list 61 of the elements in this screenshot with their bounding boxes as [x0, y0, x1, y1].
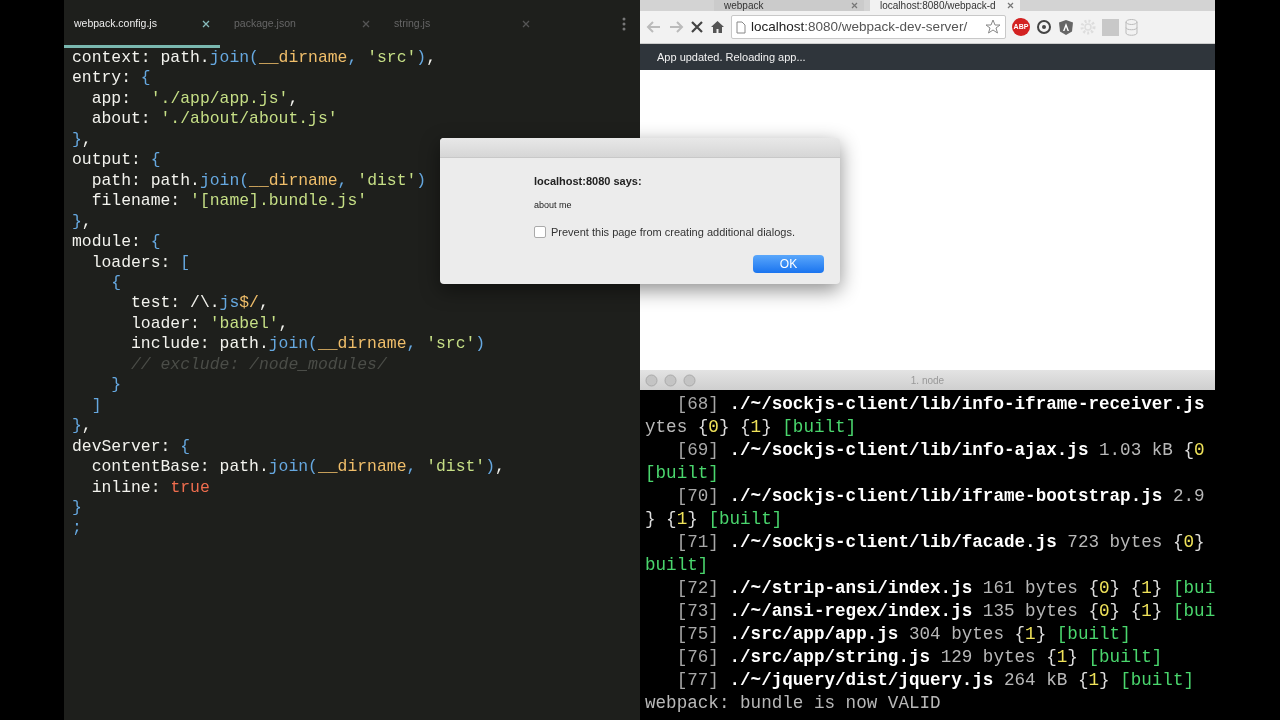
- terminal-line: [73] ./~/ansi-regex/index.js 135 bytes {0} {1} [bui: [675, 600, 1215, 623]
- code-line: {: [110, 273, 122, 294]
- dialog-title: localhost:8080 says:: [534, 174, 643, 189]
- terminal-line: built]: [645, 554, 709, 577]
- notification-bar: App updated. Reloading app...: [640, 44, 1215, 70]
- star-icon[interactable]: [985, 19, 1001, 35]
- terminal-line: [69] ./~/sockjs-client/lib/info-ajax.js 1.03 kB {0: [675, 439, 1205, 462]
- terminal-line: [77] ./~/jquery/dist/jquery.js 264 kB {1} [built]: [675, 669, 1195, 692]
- back-icon[interactable]: [646, 19, 662, 35]
- url-text: localhost:8080/webpack-dev-server/: [751, 17, 968, 36]
- terminal-line: [72] ./~/strip-ansi/index.js 161 bytes {0} {1} [bui: [675, 577, 1215, 600]
- code-line: module: {: [72, 232, 161, 253]
- terminal-line: } {1} [built]: [645, 508, 783, 531]
- file-tab[interactable]: webpack.config.js: [74, 15, 157, 32]
- terminal-line: ytes {0} {1} [built]: [645, 416, 857, 439]
- dialog-message: about me: [534, 198, 573, 212]
- code-line: }: [72, 497, 82, 519]
- window-control-icon[interactable]: [683, 373, 696, 387]
- home-icon[interactable]: [710, 20, 725, 34]
- window-control-icon[interactable]: [645, 373, 658, 387]
- code-line: about: './about/about.js': [90, 109, 338, 130]
- terminal-line: [75] ./src/app/app.js 304 bytes {1} [built]: [675, 623, 1131, 646]
- page-icon: [736, 20, 746, 34]
- code-line: ]: [90, 395, 102, 417]
- database-icon[interactable]: [1125, 18, 1138, 36]
- stop-icon[interactable]: [690, 20, 704, 34]
- code-line: context: path.join(__dirname, 'src'),: [72, 48, 436, 69]
- square-extension-icon[interactable]: [1102, 18, 1119, 36]
- code-line: entry: {: [72, 68, 151, 89]
- code-line: output: {: [72, 150, 161, 171]
- terminal-line: [70] ./~/sockjs-client/lib/iframe-bootstrap.js 2.9: [675, 485, 1205, 508]
- code-line: },: [72, 211, 92, 233]
- window-title: 1. node: [910, 373, 945, 388]
- forward-icon[interactable]: [668, 19, 684, 35]
- code-line: }: [110, 375, 122, 396]
- code-line: },: [72, 129, 92, 151]
- code-line: ;: [72, 518, 82, 539]
- code-line: test: /\.js$/,: [130, 293, 269, 314]
- code-line: devServer: {: [72, 436, 191, 458]
- terminal-line: [76] ./src/app/string.js 129 bytes {1} [built]: [675, 646, 1163, 669]
- address-bar[interactable]: localhost:8080/webpack-dev-server/: [731, 15, 1006, 39]
- checkbox[interactable]: [534, 226, 546, 239]
- window-control-icon[interactable]: [664, 373, 677, 387]
- code-line: include: path.join(__dirname, 'src'): [130, 334, 486, 355]
- code-line: path: path.join(__dirname, 'dist'): [90, 170, 427, 192]
- code-line: filename: '[name].bundle.js': [90, 191, 368, 212]
- more-icon[interactable]: [622, 16, 626, 31]
- terminal-line: webpack: bundle is now VALID: [645, 692, 941, 715]
- terminal-line: [71] ./~/sockjs-client/lib/facade.js 723 bytes {0}: [675, 531, 1205, 554]
- code-line: loader: 'babel',: [130, 313, 289, 335]
- shield-icon[interactable]: [1058, 18, 1074, 36]
- terminal-line: [built]: [645, 462, 719, 485]
- code-line: inline: true: [90, 477, 210, 498]
- code-line: },: [72, 416, 92, 437]
- terminal-line: [68] ./~/sockjs-client/lib/info-iframe-receiver.js: [675, 393, 1205, 416]
- close-icon[interactable]: [202, 19, 210, 28]
- code-line: contentBase: path.join(__dirname, 'dist'),: [90, 457, 505, 478]
- checkbox-label[interactable]: Prevent this page from creating additional dialogs.: [551, 224, 795, 241]
- close-icon[interactable]: [1007, 2, 1014, 9]
- code-line: loaders: [: [90, 252, 191, 273]
- code-line: app: './app/app.js',: [90, 88, 299, 110]
